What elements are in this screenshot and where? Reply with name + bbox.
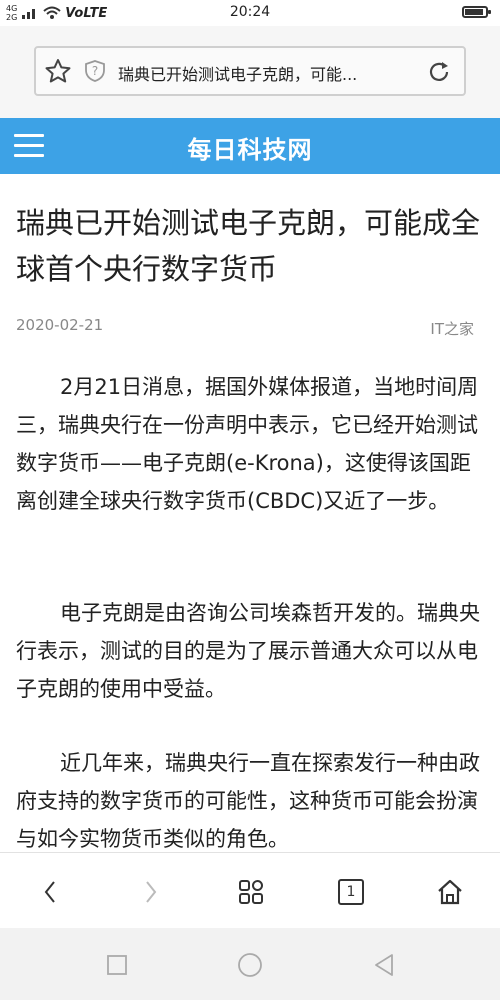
menu-grid-icon[interactable] <box>236 877 266 907</box>
article-paragraph: 近几年来，瑞典央行一直在探索发行一种由政府支持的数字货币的可能性，这种货币可能会… <box>16 751 480 851</box>
article-paragraph: 电子克朗是由咨询公司埃森哲开发的。瑞典央行表示，测试的目的是为了展示普通大众可以… <box>16 601 480 701</box>
site-header: 每日科技网 <box>0 118 500 174</box>
svg-text:?: ? <box>92 64 98 78</box>
tabs-icon[interactable]: 1 <box>336 877 366 907</box>
article-paragraph: 2月21日消息，据国外媒体报道，当地时间周三，瑞典央行在一份声明中表示，它已经开… <box>16 375 479 513</box>
battery-icon <box>462 6 491 18</box>
bookmark-star-icon[interactable] <box>44 57 72 85</box>
recent-apps-icon[interactable] <box>106 954 128 976</box>
back-triangle-icon[interactable] <box>372 952 396 978</box>
battery-level <box>465 9 483 15</box>
article-date: 2020-02-21 <box>16 316 104 334</box>
site-title[interactable]: 每日科技网 <box>0 130 500 165</box>
browser-toolbar: ? 瑞典已开始测试电子克朗，可能... <box>0 26 500 118</box>
browser-bottom-nav: 1 <box>0 852 500 929</box>
home-circle-icon[interactable] <box>237 952 263 978</box>
tab-count: 1 <box>338 879 364 905</box>
reload-icon[interactable] <box>426 59 452 85</box>
address-bar[interactable]: ? 瑞典已开始测试电子克朗，可能... <box>34 46 466 96</box>
home-icon[interactable] <box>435 877 465 907</box>
article-source: IT之家 <box>430 320 474 338</box>
status-bar: 4G 2G VoLTE 20:24 <box>0 0 500 26</box>
url-page-title[interactable]: 瑞典已开始测试电子克朗，可能... <box>118 61 357 85</box>
forward-icon[interactable] <box>135 877 165 907</box>
system-nav-bar <box>0 928 500 1000</box>
shield-info-icon[interactable]: ? <box>84 59 106 83</box>
status-time: 20:24 <box>229 4 271 20</box>
article-title: 瑞典已开始测试电子克朗，可能成全球首个央行数字货币 <box>16 206 481 286</box>
back-icon[interactable] <box>36 877 66 907</box>
